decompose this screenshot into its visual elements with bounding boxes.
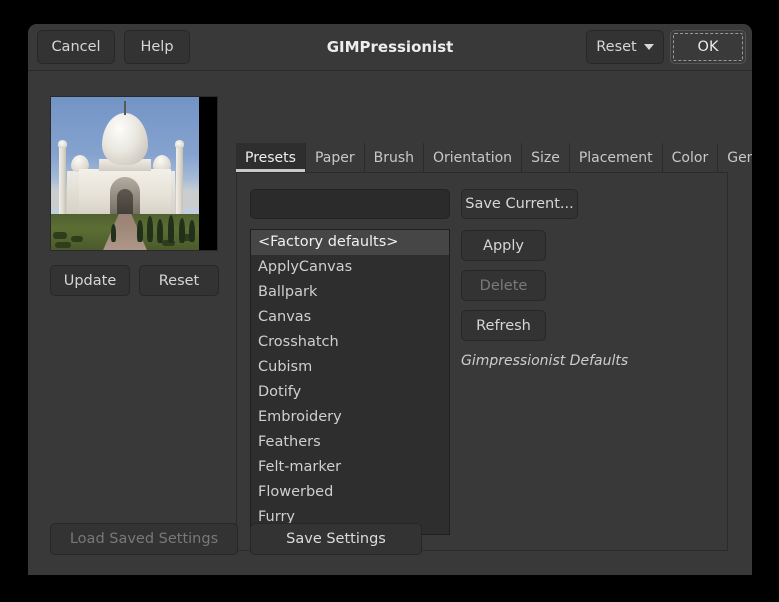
tab-brush[interactable]: Brush xyxy=(364,143,425,172)
dialog-header: GIMPressionist Cancel Help Reset OK xyxy=(28,24,752,71)
preset-item-label: <Factory defaults> xyxy=(258,234,399,250)
list-item[interactable]: Dotify xyxy=(251,380,449,405)
help-button-label: Help xyxy=(140,39,174,55)
apply-button-label: Apply xyxy=(483,237,524,254)
tab-general[interactable]: General xyxy=(718,143,752,172)
list-item[interactable]: Canvas xyxy=(251,305,449,330)
save-settings-label: Save Settings xyxy=(286,531,386,547)
tab-strip: Presets Paper Brush Orientation Size Pla… xyxy=(236,143,752,173)
list-item[interactable]: Felt-marker xyxy=(251,455,449,480)
tab-placement-label: Placement xyxy=(578,149,653,166)
tab-size-label: Size xyxy=(531,149,560,166)
preset-item-label: Canvas xyxy=(258,309,312,325)
preview-button-row: Update Reset xyxy=(50,265,220,296)
list-item[interactable]: Cubism xyxy=(251,355,449,380)
preview-letterbox xyxy=(199,97,217,250)
taj-mahal-illustration xyxy=(51,97,199,250)
tab-orientation-label: Orientation xyxy=(433,149,513,166)
load-saved-label: Load Saved Settings xyxy=(69,531,219,547)
preset-name-input[interactable] xyxy=(250,189,450,219)
delete-button-label: Delete xyxy=(479,277,528,294)
preview-image[interactable] xyxy=(50,96,218,251)
list-item[interactable]: Embroidery xyxy=(251,405,449,430)
settings-notebook: Presets Paper Brush Orientation Size Pla… xyxy=(236,143,752,551)
tab-paper[interactable]: Paper xyxy=(305,143,365,172)
tab-general-label: General xyxy=(727,149,752,166)
reset-preview-button[interactable]: Reset xyxy=(139,265,219,296)
save-settings-button[interactable]: Save Settings xyxy=(250,523,422,555)
tab-brush-label: Brush xyxy=(373,149,415,166)
list-item[interactable]: Ballpark xyxy=(251,280,449,305)
preset-item-label: Embroidery xyxy=(258,409,342,425)
gimpressionist-dialog: GIMPressionist Cancel Help Reset OK Upda… xyxy=(28,24,752,575)
tab-presets[interactable]: Presets xyxy=(236,143,306,172)
dialog-footer: Load Saved Settings Save Settings xyxy=(50,523,422,555)
preset-item-label: Flowerbed xyxy=(258,484,334,500)
load-saved-settings-button: Load Saved Settings xyxy=(50,523,238,555)
reset-preview-label: Reset xyxy=(158,272,200,289)
refresh-button-label: Refresh xyxy=(476,317,531,334)
delete-button: Delete xyxy=(461,270,546,301)
tab-paper-label: Paper xyxy=(314,149,355,166)
preset-description-text: Gimpressionist Defaults xyxy=(461,353,629,369)
tab-color-label: Color xyxy=(671,149,709,166)
preset-item-label: Feathers xyxy=(258,434,321,450)
save-current-button[interactable]: Save Current... xyxy=(461,189,578,219)
list-item[interactable]: Crosshatch xyxy=(251,330,449,355)
chevron-down-icon xyxy=(643,44,654,50)
preset-item-label: Crosshatch xyxy=(258,334,339,350)
tab-orientation[interactable]: Orientation xyxy=(424,143,523,172)
presets-tab-page: <Factory defaults> ApplyCanvas Ballpark … xyxy=(236,173,728,551)
reset-dropdown-button[interactable]: Reset xyxy=(586,30,664,64)
apply-button[interactable]: Apply xyxy=(461,230,546,261)
list-item[interactable]: <Factory defaults> xyxy=(251,230,449,255)
list-item[interactable]: ApplyCanvas xyxy=(251,255,449,280)
ok-button-label: OK xyxy=(697,39,719,55)
cancel-button[interactable]: Cancel xyxy=(37,30,115,64)
preset-item-label: Ballpark xyxy=(258,284,318,300)
preset-item-label: Dotify xyxy=(258,384,302,400)
dialog-body: Update Reset Presets Paper Brush Orienta… xyxy=(28,71,752,575)
refresh-button[interactable]: Refresh xyxy=(461,310,546,341)
update-preview-button[interactable]: Update xyxy=(50,265,130,296)
preset-item-label: Cubism xyxy=(258,359,313,375)
tab-color[interactable]: Color xyxy=(662,143,719,172)
ok-button[interactable]: OK xyxy=(670,30,746,64)
list-item[interactable]: Feathers xyxy=(251,430,449,455)
preset-list[interactable]: <Factory defaults> ApplyCanvas Ballpark … xyxy=(250,229,450,535)
save-current-label: Save Current... xyxy=(465,196,574,212)
list-item[interactable]: Flowerbed xyxy=(251,480,449,505)
cancel-button-label: Cancel xyxy=(51,39,101,55)
help-button[interactable]: Help xyxy=(124,30,190,64)
reset-button-label: Reset xyxy=(596,39,637,55)
tab-placement[interactable]: Placement xyxy=(569,143,663,172)
preset-item-label: ApplyCanvas xyxy=(258,259,353,275)
tab-presets-label: Presets xyxy=(245,149,296,166)
preview-column: Update Reset xyxy=(50,96,220,296)
update-button-label: Update xyxy=(63,272,117,289)
preset-item-label: Felt-marker xyxy=(258,459,342,475)
tab-size[interactable]: Size xyxy=(522,143,570,172)
